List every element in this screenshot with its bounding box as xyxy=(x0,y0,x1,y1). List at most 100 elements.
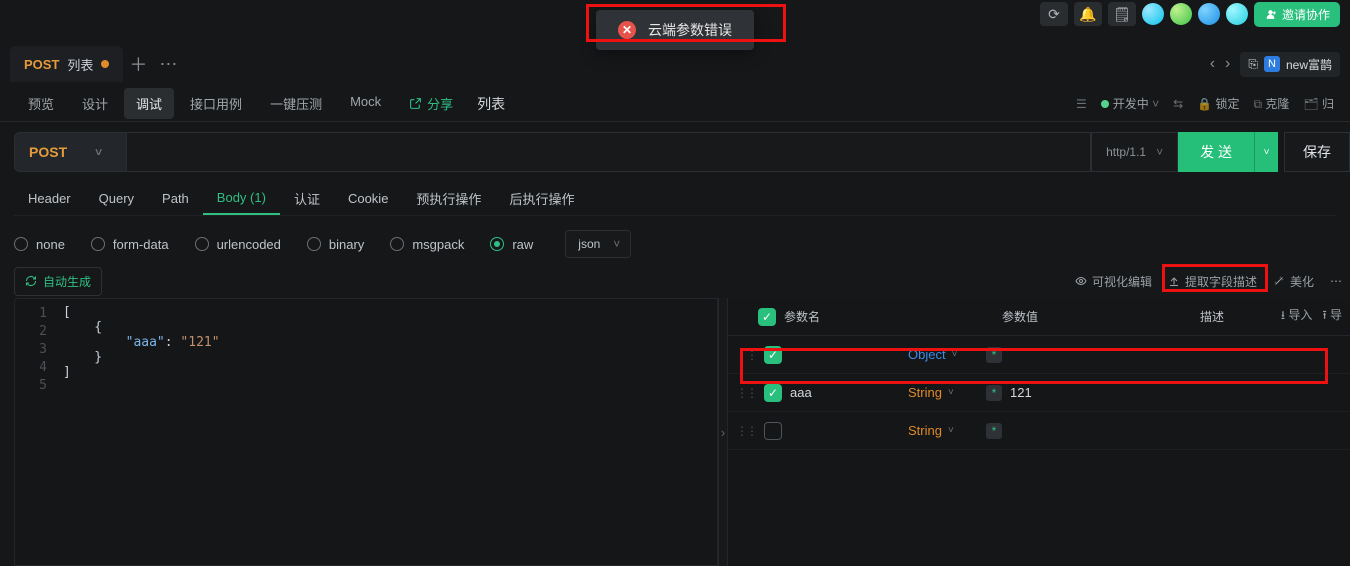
subnav-item[interactable]: 调试 xyxy=(124,88,174,119)
protocol-label: http/1.1 xyxy=(1106,145,1146,159)
visual-edit-button[interactable]: 可视化编辑 xyxy=(1075,273,1152,290)
tab-method: POST xyxy=(24,57,59,72)
link-icon: ⎘ xyxy=(1248,57,1258,72)
more-icon[interactable]: ⋯ xyxy=(1330,274,1342,288)
user-plus-icon xyxy=(1264,8,1277,21)
import-button[interactable]: ⭳ 导入 xyxy=(1281,306,1313,327)
body-type-radio[interactable]: raw xyxy=(490,237,533,252)
share-icon xyxy=(409,97,422,110)
subnav-item[interactable]: 设计 xyxy=(70,88,120,119)
radio-icon xyxy=(490,237,504,251)
request-row: POST ˅ http/1.1 ˅ 发 送 ˅ 保存 xyxy=(14,130,1350,174)
row-checkbox[interactable] xyxy=(764,422,782,440)
subnav-item[interactable]: 一键压测 xyxy=(258,88,334,119)
radio-icon xyxy=(390,237,404,251)
editor-gutter: 12345 xyxy=(15,299,57,565)
method-dropdown[interactable]: POST ˅ xyxy=(14,132,127,172)
drag-handle-icon[interactable]: ⋮⋮ xyxy=(736,424,756,438)
file-tab[interactable]: POST 列表 xyxy=(10,46,123,82)
params-panel: ✓ 参数名 参数值 描述 ⭳ 导入 ⭱ 导 ⋮⋮✓Object˅*⋮⋮✓aaaS… xyxy=(728,298,1350,566)
sync-icon[interactable]: ⟳ xyxy=(1040,2,1068,26)
nav-forward-icon[interactable]: › xyxy=(1225,55,1230,73)
nav-back-icon[interactable]: ‹ xyxy=(1210,55,1215,73)
clone-button[interactable]: ⧉ 克隆 xyxy=(1253,95,1289,112)
avatar[interactable] xyxy=(1198,3,1220,25)
bell-icon[interactable]: 🔔 xyxy=(1074,2,1102,26)
body-type-row: none form-data urlencoded binary msgpack raw j… xyxy=(14,224,1336,264)
tab-row-right: ‹ › ⎘ N new富鹊 xyxy=(1210,52,1340,77)
body-type-radio[interactable]: none xyxy=(14,237,65,252)
body-format-dropdown[interactable]: json xyxy=(565,230,631,258)
request-tab[interactable]: Cookie xyxy=(334,183,402,214)
note-icon[interactable]: 🗒 xyxy=(1108,2,1136,26)
sub-nav: 预览设计调试接口用例一键压测Mock 分享 列表 ☰ 开发中 ˅ ⇆ 🔒 锁定 … xyxy=(0,86,1350,122)
editor-params-split: 12345 [ { "aaa": "121" } ] › ✓ 参数名 参数值 描… xyxy=(14,298,1350,566)
param-value[interactable]: 121 xyxy=(1010,385,1200,400)
body-type-radio[interactable]: urlencoded xyxy=(195,237,281,252)
page-title: 列表 xyxy=(477,94,505,114)
status-indicator[interactable]: 开发中 ˅ xyxy=(1101,95,1159,112)
export-button[interactable]: ⭱ 导 xyxy=(1322,306,1342,327)
param-type-dropdown[interactable]: String˅ xyxy=(908,385,978,400)
filter-icon[interactable]: ☰ xyxy=(1076,97,1087,111)
share-label: 分享 xyxy=(427,94,453,113)
chevron-down-icon: ˅ xyxy=(948,387,954,398)
avatar[interactable] xyxy=(1226,3,1248,25)
chevron-down-icon: ˅ xyxy=(1156,145,1163,159)
radio-icon xyxy=(14,237,28,251)
beautify-button[interactable]: 美化 xyxy=(1273,273,1314,290)
avatar[interactable] xyxy=(1170,3,1192,25)
save-button[interactable]: 保存 xyxy=(1284,132,1350,172)
subnav-item[interactable]: 接口用例 xyxy=(178,88,254,119)
request-tabs: HeaderQueryPathBody (1)认证Cookie预执行操作后执行操… xyxy=(14,182,1336,216)
autogen-label: 自动生成 xyxy=(43,273,91,290)
subnav-item[interactable]: 预览 xyxy=(16,88,66,119)
json-editor[interactable]: 12345 [ { "aaa": "121" } ] xyxy=(14,298,718,566)
row-checkbox[interactable]: ✓ xyxy=(764,384,782,402)
body-type-radio[interactable]: msgpack xyxy=(390,237,464,252)
request-tab[interactable]: 预执行操作 xyxy=(402,181,495,216)
params-header: ✓ 参数名 参数值 描述 ⭳ 导入 ⭱ 导 xyxy=(728,298,1350,336)
param-type-dropdown[interactable]: String˅ xyxy=(908,423,978,438)
drag-handle-icon[interactable]: ⋮⋮ xyxy=(736,386,756,400)
request-tab[interactable]: 认证 xyxy=(280,181,334,216)
error-toast-wrap: ✕ 云端参数错误 xyxy=(596,10,754,50)
panel-collapse-handle[interactable]: › xyxy=(718,298,728,566)
eye-icon xyxy=(1075,275,1087,287)
request-tab[interactable]: Query xyxy=(85,183,148,214)
body-type-radio[interactable]: binary xyxy=(307,237,364,252)
invite-button[interactable]: 邀请协作 xyxy=(1254,2,1340,27)
subnav-item[interactable]: Mock xyxy=(338,88,393,119)
branch-tag[interactable]: ⎘ N new富鹊 xyxy=(1240,52,1340,77)
branch-badge: N xyxy=(1264,56,1280,72)
autogen-button[interactable]: 自动生成 xyxy=(14,267,102,296)
archive-button[interactable]: 🗂 归 xyxy=(1303,95,1334,112)
subnav-right: ☰ 开发中 ˅ ⇆ 🔒 锁定 ⧉ 克隆 🗂 归 xyxy=(1076,95,1334,112)
body-type-radio[interactable]: form-data xyxy=(91,237,169,252)
param-name[interactable]: aaa xyxy=(790,385,900,400)
request-tab[interactable]: 后执行操作 xyxy=(495,181,588,216)
tab-add-button[interactable]: ＋ xyxy=(123,49,153,79)
wand-icon xyxy=(1273,275,1285,287)
method-label: POST xyxy=(29,144,67,160)
editor-code[interactable]: [ { "aaa": "121" } ] xyxy=(57,299,220,565)
radio-icon xyxy=(91,237,105,251)
send-dropdown[interactable]: ˅ xyxy=(1254,132,1278,172)
send-button[interactable]: 发 送 xyxy=(1178,132,1254,172)
share-button[interactable]: 分享 xyxy=(397,88,465,119)
col-desc: 描述 xyxy=(1200,308,1273,325)
col-name: 参数名 xyxy=(784,308,994,325)
avatar[interactable] xyxy=(1142,3,1164,25)
request-tab[interactable]: Path xyxy=(148,183,203,214)
invite-label: 邀请协作 xyxy=(1282,6,1330,23)
required-badge[interactable]: * xyxy=(986,385,1002,401)
request-tab[interactable]: Body (1) xyxy=(203,182,280,215)
protocol-dropdown[interactable]: http/1.1 ˅ xyxy=(1091,132,1178,172)
required-badge[interactable]: * xyxy=(986,423,1002,439)
select-all-checkbox[interactable]: ✓ xyxy=(758,308,776,326)
request-tab[interactable]: Header xyxy=(14,183,85,214)
tab-more-button[interactable]: ⋯ xyxy=(153,49,183,79)
url-input[interactable] xyxy=(127,132,1091,172)
chevron-down-icon: ˅ xyxy=(95,145,102,159)
lock-button[interactable]: 🔒 锁定 xyxy=(1197,95,1239,112)
